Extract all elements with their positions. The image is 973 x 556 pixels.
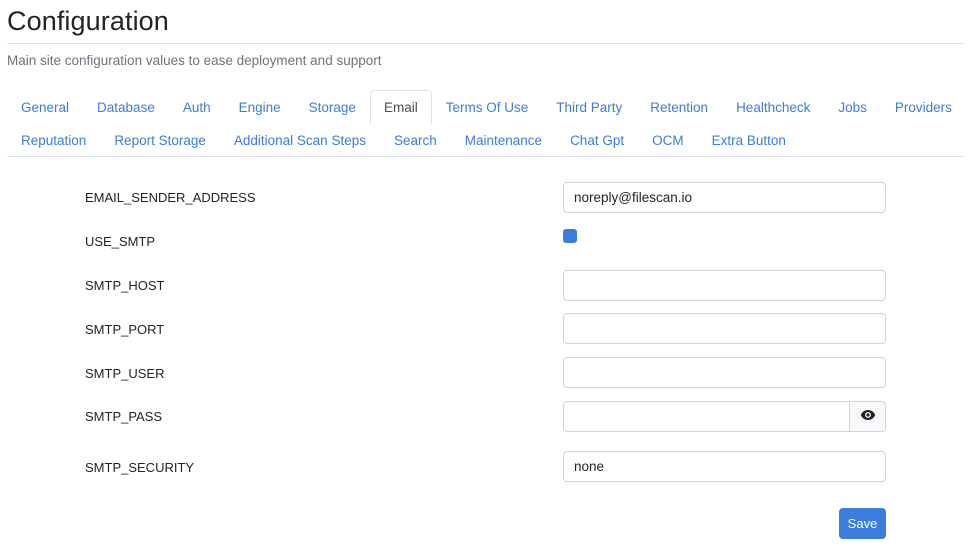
tab-jobs[interactable]: Jobs (824, 90, 881, 124)
tab-storage[interactable]: Storage (295, 90, 370, 124)
tab-general[interactable]: General (7, 90, 83, 124)
smtp-user-input[interactable] (563, 357, 886, 388)
tab-search[interactable]: Search (380, 123, 451, 157)
tab-providers[interactable]: Providers (881, 90, 966, 124)
show-password-button[interactable] (849, 401, 886, 432)
eye-icon (860, 408, 876, 426)
tab-chat-gpt[interactable]: Chat Gpt (556, 123, 638, 157)
email-sender-address-input[interactable]: noreply@filescan.io (563, 182, 886, 213)
smtp-security-label: SMTP_SECURITY (85, 460, 195, 475)
tab-reputation[interactable]: Reputation (7, 123, 100, 157)
smtp-pass-group (563, 401, 886, 432)
tab-email[interactable]: Email (369, 90, 432, 124)
page-title: Configuration (7, 6, 169, 36)
smtp-host-label: SMTP_HOST (85, 278, 165, 293)
tab-row-1: General Database Auth Engine Storage Ema… (7, 90, 966, 124)
smtp-port-input[interactable] (563, 313, 886, 344)
tab-database[interactable]: Database (83, 90, 169, 124)
smtp-port-label: SMTP_PORT (85, 322, 165, 337)
page-subtitle: Main site configuration values to ease d… (7, 53, 382, 68)
tab-additional-scan-steps[interactable]: Additional Scan Steps (220, 123, 380, 157)
tab-ocm[interactable]: OCM (638, 123, 698, 157)
email-sender-address-label: EMAIL_SENDER_ADDRESS (85, 190, 256, 205)
smtp-pass-label: SMTP_PASS (85, 409, 163, 424)
save-button[interactable]: Save (839, 508, 886, 539)
use-smtp-checkbox[interactable] (563, 229, 577, 243)
tabs-divider (7, 156, 964, 157)
tab-terms-of-use[interactable]: Terms Of Use (432, 90, 543, 124)
tab-row-2: Reputation Report Storage Additional Sca… (7, 123, 800, 157)
smtp-host-input[interactable] (563, 270, 886, 301)
tab-extra-button[interactable]: Extra Button (698, 123, 800, 157)
tab-report-storage[interactable]: Report Storage (100, 123, 220, 157)
smtp-security-input[interactable]: none (563, 451, 886, 482)
use-smtp-label: USE_SMTP (85, 234, 156, 249)
tab-auth[interactable]: Auth (169, 90, 225, 124)
tab-maintenance[interactable]: Maintenance (451, 123, 556, 157)
tab-engine[interactable]: Engine (225, 90, 295, 124)
tab-healthcheck[interactable]: Healthcheck (722, 90, 824, 124)
title-divider (7, 43, 964, 44)
smtp-user-label: SMTP_USER (85, 366, 165, 381)
tab-third-party[interactable]: Third Party (542, 90, 636, 124)
smtp-pass-input[interactable] (563, 401, 850, 432)
tab-retention[interactable]: Retention (636, 90, 722, 124)
